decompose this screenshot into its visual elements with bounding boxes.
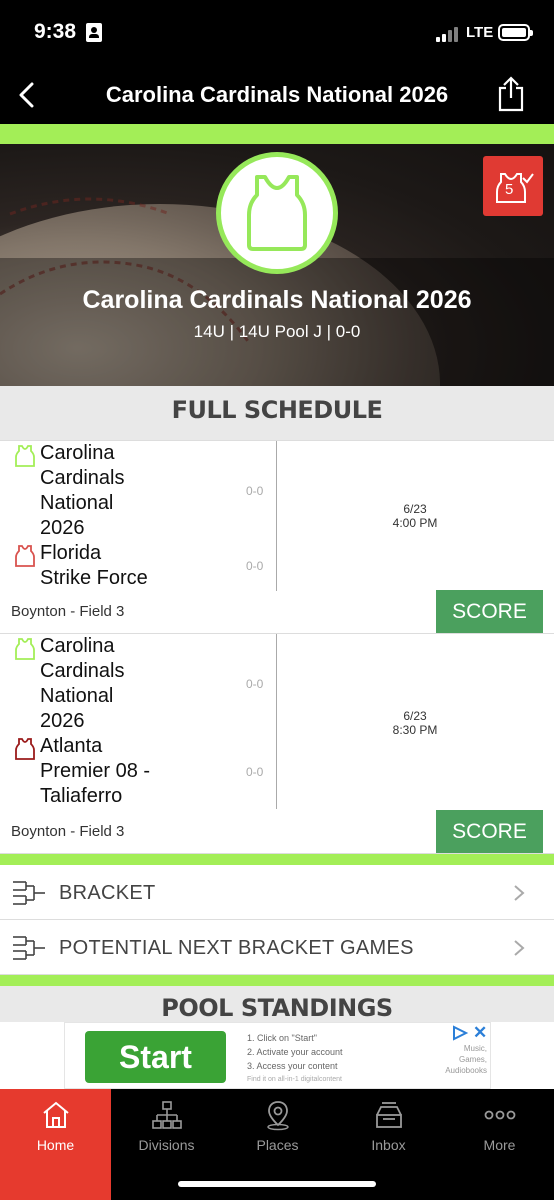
divisions-icon [152,1101,182,1129]
tab-home[interactable]: Home [0,1089,111,1200]
jersey-icon-darkred [15,738,35,760]
tab-home-label: Home [36,1137,75,1153]
game-datetime: 6/23 8:30 PM [392,709,438,737]
tab-more[interactable]: More [444,1089,554,1200]
tab-inbox-label: Inbox [371,1137,406,1153]
ad-choices-icon[interactable] [451,1025,469,1041]
tab-more-label: More [483,1137,516,1153]
team-name-home: Carolina Cardinals National 2026 [40,635,125,732]
pool-standings-heading: POOL STANDINGS [0,986,554,1026]
battery-icon [498,24,533,41]
badge-count: 5 [505,181,514,198]
team-record-away: 0-0 [246,559,264,573]
game-divider [276,634,277,809]
network-label: LTE [466,24,494,41]
signal-icon [436,26,462,42]
contact-card-icon [86,23,102,42]
ad-fine-print: Find it on all-in-1 digitalcontent [247,1076,342,1083]
jersey-icon-green [15,638,35,660]
page-title: Carolina Cardinals National 2026 [105,82,449,107]
ad-banner: Start 1. Click on "Start" 2. Activate yo… [0,1022,554,1089]
ad-close-icon[interactable]: ✕ [473,1023,487,1043]
game-count-badge-button[interactable]: 5 [483,156,543,216]
status-time: 9:38 [34,20,77,43]
ad-side-text: Music, Games, Audiobooks [445,1044,487,1075]
full-schedule-heading-text: FULL SCHEDULE [171,396,383,424]
home-icon [43,1101,69,1128]
team-name: Carolina Cardinals National 2026 [82,286,472,314]
share-icon[interactable] [496,76,526,112]
jersey-icon-green [15,445,35,467]
more-icon [484,1110,516,1120]
chevron-right-icon [514,885,525,901]
pool-standings-heading-text: POOL STANDINGS [161,994,393,1022]
inbox-icon [376,1102,402,1128]
potential-bracket-games-label: POTENTIAL NEXT BRACKET GAMES [59,937,414,959]
nav-header: Carolina Cardinals National 2026 [0,66,554,124]
game-datetime: 6/23 4:00 PM [392,502,438,530]
score-button[interactable]: SCORE [436,810,543,853]
team-record-home: 0-0 [246,677,264,691]
team-hero-banner: 5 Carolina Cardinals National 2026 14U |… [0,144,554,386]
places-icon [267,1101,289,1131]
potential-bracket-games-link[interactable]: POTENTIAL NEXT BRACKET GAMES [0,920,554,975]
game-field: Boynton - Field 3 [11,823,125,840]
home-indicator [178,1181,376,1187]
bracket-icon [13,881,45,905]
accent-divider [0,854,554,865]
jersey-icon-red [15,545,35,567]
team-name-away: Atlanta Premier 08 - Taliaferro [40,735,151,807]
team-details: 14U | 14U Pool J | 0-0 [193,322,361,341]
game-divider [276,441,277,591]
game-field: Boynton - Field 3 [11,603,125,620]
team-name-home: Carolina Cardinals National 2026 [40,442,125,539]
team-record-home: 0-0 [246,484,264,498]
game-card[interactable]: Carolina Cardinals National 2026 0-0 Flo… [0,441,554,634]
accent-divider [0,975,554,986]
bracket-link[interactable]: BRACKET [0,865,554,920]
chevron-right-icon [514,940,525,956]
bracket-icon [13,936,45,960]
status-bar: 9:38 LTE [0,0,554,66]
bracket-label: BRACKET [59,882,156,904]
tab-places-label: Places [256,1137,299,1153]
ad-steps: 1. Click on "Start" 2. Activate your acc… [247,1033,343,1071]
team-logo [216,152,338,274]
team-name-away: Florida Strike Force [40,542,148,589]
accent-divider [0,124,554,144]
ad-creative[interactable]: Start 1. Click on "Start" 2. Activate yo… [64,1022,491,1089]
full-schedule-heading: FULL SCHEDULE [0,386,554,441]
jersey-icon [247,175,307,251]
tab-divisions-label: Divisions [138,1137,195,1153]
game-card[interactable]: Carolina Cardinals National 2026 0-0 Atl… [0,634,554,854]
score-button[interactable]: SCORE [436,590,543,633]
team-record-away: 0-0 [246,765,264,779]
ad-start-button[interactable]: Start [85,1031,226,1083]
